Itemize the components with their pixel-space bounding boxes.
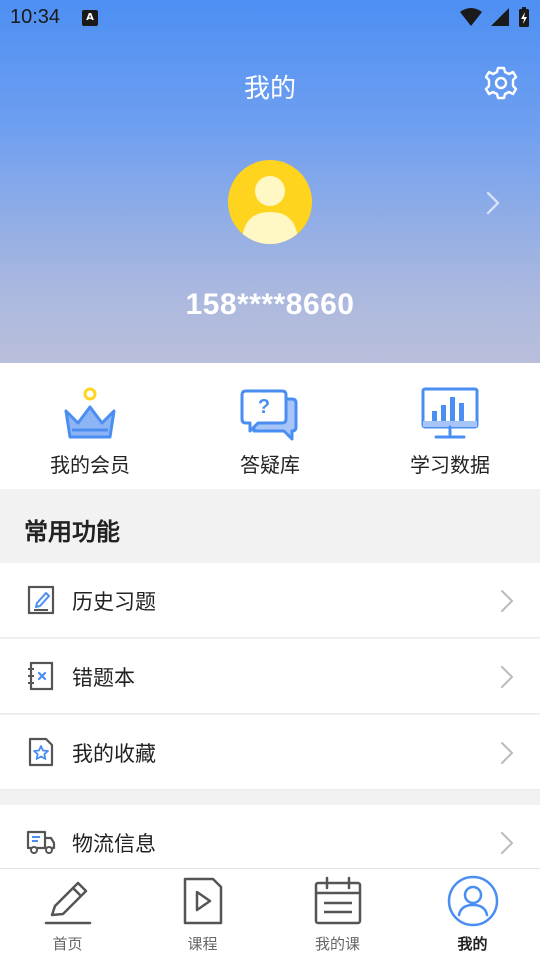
- calendar-icon: [314, 876, 362, 925]
- error-notebook-icon: [28, 661, 54, 691]
- menu-error-notebook[interactable]: 错题本: [0, 639, 540, 714]
- quick-actions: 我的会员 ? 答疑库 学习数据: [0, 363, 540, 489]
- quick-label: 答疑库: [240, 453, 300, 477]
- crown-icon: [64, 387, 116, 439]
- battery-icon: [519, 7, 529, 27]
- star-document-icon: [28, 737, 54, 767]
- chevron-right-icon: [501, 832, 513, 854]
- chevron-right-icon: [501, 666, 513, 688]
- quick-qa[interactable]: ? 答疑库: [180, 363, 360, 489]
- chevron-right-icon: [501, 742, 513, 764]
- quick-study-data[interactable]: 学习数据: [360, 363, 540, 489]
- question-chat-icon: ?: [240, 389, 298, 441]
- wifi-icon: [460, 8, 482, 26]
- notification-icon: A: [82, 10, 98, 26]
- status-bar: 10:34 A: [0, 0, 540, 36]
- quick-label: 学习数据: [410, 453, 490, 477]
- avatar[interactable]: [228, 160, 312, 244]
- menu-label: 物流信息: [72, 832, 156, 856]
- menu-label: 我的收藏: [72, 742, 156, 766]
- edit-document-icon: [27, 585, 55, 615]
- profile-chevron-icon[interactable]: [482, 190, 504, 216]
- tab-mine[interactable]: 我的: [405, 869, 540, 960]
- tab-label: 首页: [52, 935, 83, 953]
- bottom-tab-bar: 首页 课程 我的课 我的: [0, 868, 540, 960]
- quick-label: 我的会员: [50, 453, 130, 477]
- menu-my-favorites[interactable]: 我的收藏: [0, 715, 540, 790]
- quick-member[interactable]: 我的会员: [0, 363, 180, 489]
- tab-label: 课程: [187, 935, 218, 953]
- delivery-truck-icon: [26, 830, 56, 854]
- tab-home[interactable]: 首页: [0, 869, 135, 960]
- profile-header: 10:34 A 我的 158****8660: [0, 0, 540, 363]
- user-circle-icon: [447, 875, 499, 927]
- settings-gear-icon[interactable]: [484, 66, 518, 100]
- play-document-icon: [183, 877, 223, 925]
- page-title: 我的: [243, 74, 296, 104]
- menu-history-exercises[interactable]: 历史习题: [0, 563, 540, 638]
- tab-courses[interactable]: 课程: [135, 869, 270, 960]
- user-avatar-icon: [242, 176, 298, 244]
- signal-icon: [491, 8, 509, 26]
- menu-label: 错题本: [72, 666, 135, 690]
- chevron-right-icon: [501, 590, 513, 612]
- pen-icon: [44, 881, 92, 925]
- menu-label: 历史习题: [72, 590, 156, 614]
- section-title: 常用功能: [24, 518, 120, 546]
- tab-label: 我的课: [314, 935, 360, 953]
- chart-monitor-icon: [421, 387, 479, 439]
- user-phone: 158****8660: [185, 288, 355, 321]
- tab-my-courses[interactable]: 我的课: [270, 869, 405, 960]
- svg-text:?: ?: [258, 396, 270, 418]
- status-time: 10:34: [10, 6, 61, 28]
- tab-label: 我的: [457, 935, 488, 953]
